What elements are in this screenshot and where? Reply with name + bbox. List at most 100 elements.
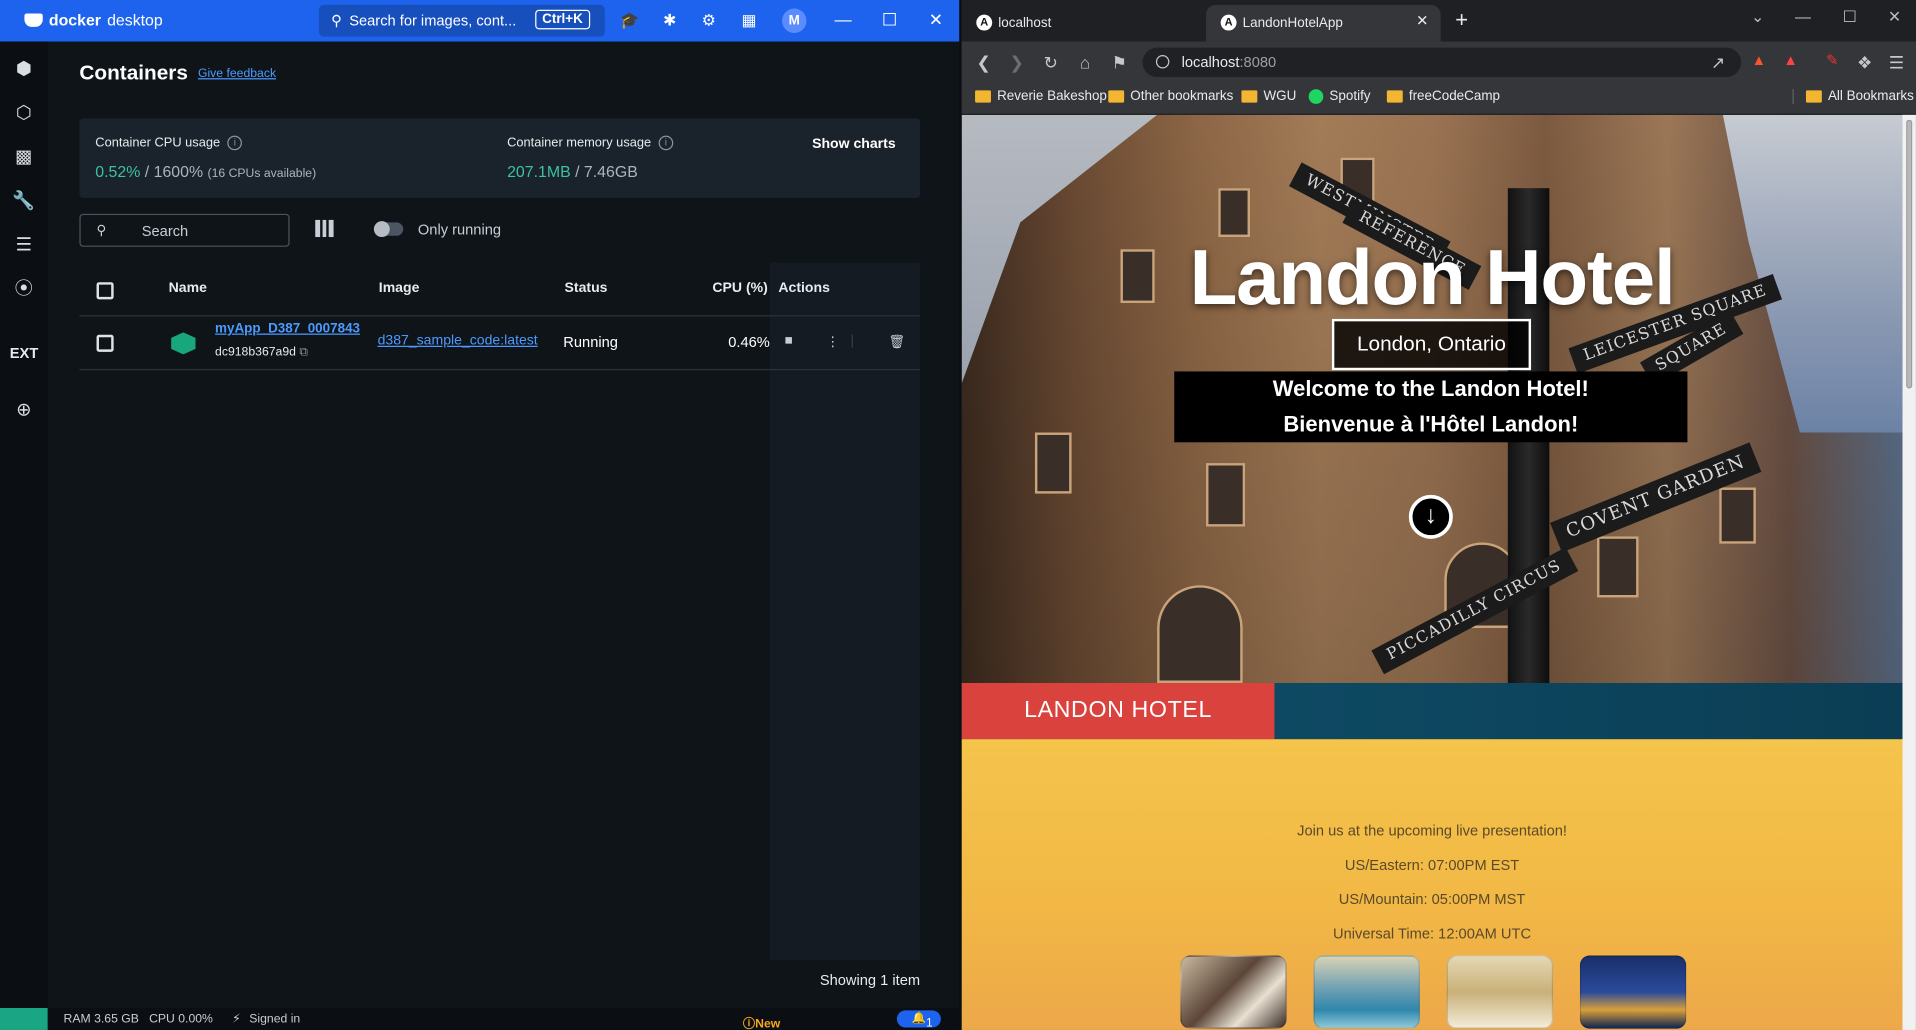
volumes-nav-icon[interactable]: ▩ xyxy=(12,145,35,168)
select-all-checkbox[interactable] xyxy=(96,282,114,300)
builds-stack-icon[interactable]: ☰ xyxy=(12,233,35,256)
browser-window: A localhost A LandonHotelApp ✕ + ⌄ — ☐ ✕… xyxy=(961,0,1916,1030)
room-photo[interactable] xyxy=(1180,955,1287,1029)
brave-rewards-icon[interactable]: ▲ xyxy=(1782,51,1800,71)
row-checkbox[interactable] xyxy=(96,334,114,352)
extensions-puzzle-icon[interactable]: ❖ xyxy=(1855,53,1875,74)
delete-trash-icon[interactable]: 🗑 xyxy=(888,334,905,350)
engine-status-whale-icon[interactable] xyxy=(0,1007,48,1030)
tab-search-chevron-icon[interactable]: ⌄ xyxy=(1751,7,1764,27)
tab-localhost[interactable]: A localhost xyxy=(962,5,1200,42)
notifications-bell[interactable]: 🔔 1 xyxy=(896,1010,941,1030)
close-icon[interactable]: ✕ xyxy=(926,10,946,31)
col-name[interactable]: Name xyxy=(169,281,207,296)
hero-location: London, Ontario xyxy=(1331,318,1532,371)
hero-banner: WESTMINSTER REFERENCE LEICESTER SQUARE S… xyxy=(961,114,1903,683)
docker-scout-icon[interactable]: ⦿ xyxy=(12,277,35,300)
site-info-icon[interactable] xyxy=(1155,54,1170,69)
search-placeholder: Search xyxy=(141,222,189,240)
tab-landonhotelapp[interactable]: A LandonHotelApp xyxy=(1206,4,1441,42)
only-running-toggle[interactable] xyxy=(373,221,404,238)
minimize-icon[interactable]: — xyxy=(1795,7,1811,25)
bookmark-reverie-bakeshop[interactable]: Reverie Bakeshop xyxy=(975,89,1107,104)
divider: | xyxy=(850,333,854,349)
building-window xyxy=(1218,188,1251,238)
image-link[interactable]: d387_sample_code:latest xyxy=(378,334,538,349)
hotel-name-tag[interactable]: LANDON HOTEL xyxy=(961,682,1275,740)
presentation-time-eastern: US/Eastern: 07:00PM EST xyxy=(1344,856,1520,874)
address-bar[interactable]: localhost:8080 xyxy=(1142,47,1742,77)
images-nav-icon[interactable]: ⬡ xyxy=(12,101,35,124)
actions-column-bg xyxy=(769,262,921,961)
show-charts-button[interactable]: Show charts xyxy=(812,137,896,152)
scrollbar-thumb[interactable] xyxy=(1906,119,1913,389)
extensions-label[interactable]: EXT xyxy=(10,345,39,362)
col-cpu[interactable]: CPU (%) xyxy=(712,281,767,296)
welcome-english: Welcome to the Landon Hotel! xyxy=(1272,376,1589,401)
apps-grid-icon[interactable]: ▦ xyxy=(739,11,759,31)
container-name-link[interactable]: myApp_D387_0007843 xyxy=(215,321,370,336)
share-icon[interactable]: ↗ xyxy=(1708,53,1728,74)
bookmark-other[interactable]: Other bookmarks xyxy=(1108,89,1233,104)
settings-gear-icon[interactable]: ⚙ xyxy=(699,11,719,31)
container-search-input[interactable]: ⚲ Search xyxy=(79,213,290,247)
stop-icon[interactable]: ■ xyxy=(784,334,792,349)
extension-icon[interactable]: ✎ xyxy=(1823,51,1841,71)
user-avatar[interactable]: M xyxy=(782,8,807,33)
pool-photo[interactable] xyxy=(1313,955,1420,1029)
new-tab-icon[interactable]: + xyxy=(1455,7,1468,33)
only-running-label: Only running xyxy=(417,221,502,239)
maximize-icon[interactable]: ☐ xyxy=(1843,7,1857,27)
web-page: WESTMINSTER REFERENCE LEICESTER SQUARE S… xyxy=(961,114,1903,1030)
troubleshoot-bug-icon[interactable]: ✱ xyxy=(660,11,680,31)
learning-center-icon[interactable]: 🎓 xyxy=(620,11,640,31)
container-cube-icon xyxy=(171,332,196,355)
close-tab-icon[interactable]: ✕ xyxy=(1416,12,1428,29)
home-icon[interactable]: ⌂ xyxy=(1075,53,1095,73)
containers-view: Containers Give feedback Container CPU u… xyxy=(48,42,960,1008)
brand-sub: desktop xyxy=(107,10,163,30)
bookmark-wgu[interactable]: WGU xyxy=(1241,89,1296,104)
col-status[interactable]: Status xyxy=(565,281,608,296)
tab-favicon-icon: A xyxy=(976,14,993,31)
building-window xyxy=(1034,432,1072,494)
maximize-icon[interactable]: ☐ xyxy=(880,10,900,31)
bookmarks-bar: Reverie Bakeshop Other bookmarks WGU Spo… xyxy=(961,83,1916,115)
presentation-invite: Join us at the upcoming live presentatio… xyxy=(1297,822,1567,840)
brave-shields-icon[interactable]: ▲ xyxy=(1750,51,1768,71)
col-image[interactable]: Image xyxy=(379,281,420,296)
containers-nav-icon[interactable]: ⬢ xyxy=(12,57,35,80)
give-feedback-link[interactable]: Give feedback xyxy=(198,67,276,80)
info-icon[interactable]: i xyxy=(227,135,243,151)
back-icon[interactable]: ❮ xyxy=(974,53,994,74)
memory-usage-value: 207.1MB / 7.46GB xyxy=(507,162,638,181)
dining-photo[interactable] xyxy=(1446,955,1554,1029)
page-scrollbar[interactable] xyxy=(1902,114,1916,1030)
copy-icon[interactable]: ⧉ xyxy=(299,346,308,359)
menu-icon[interactable]: ☰ xyxy=(1887,53,1907,74)
hero-title: Landon Hotel xyxy=(1189,233,1676,322)
plug-icon: ⚡ xyxy=(232,1012,241,1027)
new-version-alert[interactable]: ⓘ New version available xyxy=(743,1013,780,1030)
usage-stats-panel: Container CPU usage i 0.52% / 1600% (16 C… xyxy=(79,118,921,198)
bookmark-icon[interactable]: ⚑ xyxy=(1109,53,1129,74)
bookmark-spotify[interactable]: Spotify xyxy=(1308,89,1371,104)
info-icon[interactable]: i xyxy=(658,135,674,151)
close-icon[interactable]: ✕ xyxy=(1888,7,1901,27)
docker-whale-icon xyxy=(24,13,43,27)
london-photo[interactable] xyxy=(1579,955,1687,1029)
docker-desktop-window: docker desktop ⚲ Search for images, cont… xyxy=(0,0,960,1030)
global-search-bar[interactable]: ⚲ Search for images, cont... Ctrl+K xyxy=(318,4,605,37)
scroll-down-arrow-icon[interactable]: ↓ xyxy=(1408,494,1453,539)
dev-environments-wrench-icon[interactable]: 🔧 xyxy=(12,189,35,212)
ram-usage: RAM 3.65 GB xyxy=(63,1012,139,1027)
folder-icon xyxy=(1386,90,1403,103)
forward-icon[interactable]: ❯ xyxy=(1007,53,1027,74)
reload-icon[interactable]: ↻ xyxy=(1041,53,1061,74)
more-options-icon[interactable]: ⋮ xyxy=(826,334,839,350)
all-bookmarks[interactable]: All Bookmarks xyxy=(1792,89,1914,104)
bookmark-freecodecamp[interactable]: freeCodeCamp xyxy=(1386,89,1500,104)
add-extension-icon[interactable]: ⊕ xyxy=(12,398,35,421)
columns-toggle-icon[interactable] xyxy=(315,219,334,238)
minimize-icon[interactable]: — xyxy=(833,10,853,30)
